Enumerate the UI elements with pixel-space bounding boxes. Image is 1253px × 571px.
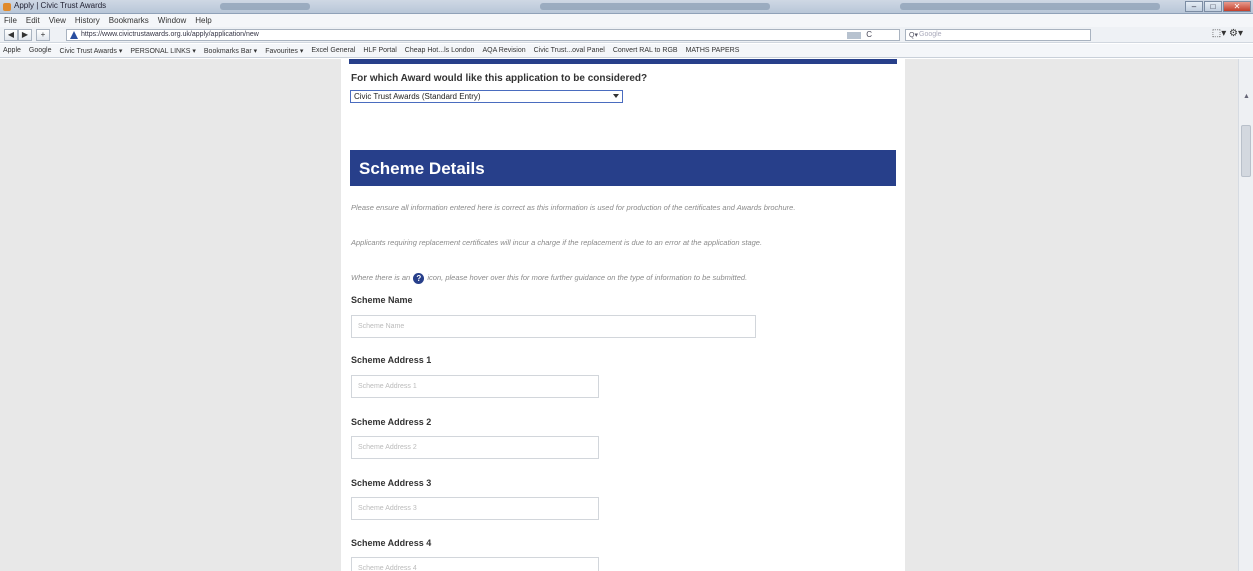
bookmarks-bar: Apple Google Civic Trust Awards ▾ PERSON… bbox=[0, 44, 1253, 58]
bookmark-item[interactable]: Favourites ▾ bbox=[265, 47, 303, 55]
bookmark-item[interactable]: Google bbox=[29, 47, 52, 54]
toolbar-menu-icons[interactable]: ⬚▾ ⚙▾ bbox=[1212, 28, 1243, 39]
info-text: Applicants requiring replacement certifi… bbox=[351, 238, 763, 247]
bookmark-item[interactable]: HLF Portal bbox=[363, 47, 396, 54]
info-text-part: icon, please hover over this for more fu… bbox=[427, 273, 748, 282]
bookmark-item[interactable]: PERSONAL LINKS ▾ bbox=[130, 47, 196, 55]
window-title-bar: Apply | Civic Trust Awards – □ ✕ bbox=[0, 0, 1253, 14]
section-header: Scheme Details bbox=[350, 150, 896, 186]
help-icon[interactable]: ? bbox=[413, 272, 425, 284]
new-tab-button[interactable]: + bbox=[36, 29, 50, 41]
award-question-label: For which Award would like this applicat… bbox=[351, 73, 648, 84]
menu-bar: File Edit View History Bookmarks Window … bbox=[0, 14, 1253, 27]
page-margin-left bbox=[0, 59, 341, 571]
bookmark-item[interactable]: Convert RAL to RGB bbox=[613, 47, 678, 54]
search-engine-icon[interactable]: Q▾ bbox=[909, 31, 918, 39]
award-select-value: Civic Trust Awards (Standard Entry) bbox=[354, 92, 481, 101]
scheme-name-label: Scheme Name bbox=[351, 295, 413, 305]
reload-icon[interactable]: C bbox=[866, 30, 872, 39]
menu-view[interactable]: View bbox=[49, 16, 66, 25]
back-button[interactable]: ◀ bbox=[4, 29, 18, 41]
address-bar[interactable]: https://www.civictrustawards.org.uk/appl… bbox=[66, 29, 900, 41]
menu-help[interactable]: Help bbox=[195, 16, 211, 25]
bookmark-item[interactable]: Apple bbox=[3, 47, 21, 54]
bookmark-item[interactable]: Civic Trust...oval Panel bbox=[534, 47, 605, 54]
info-text: Where there is an ? icon, please hover o… bbox=[351, 272, 891, 284]
search-placeholder: Google bbox=[919, 31, 942, 38]
chevron-down-icon bbox=[613, 94, 619, 98]
scheme-address-3-input[interactable]: Scheme Address 3 bbox=[351, 497, 599, 520]
scheme-address-3-label: Scheme Address 3 bbox=[351, 478, 432, 488]
page-viewport: For which Award would like this applicat… bbox=[0, 59, 1253, 571]
menu-window[interactable]: Window bbox=[158, 16, 186, 25]
window-title: Apply | Civic Trust Awards bbox=[14, 1, 107, 10]
minimize-button[interactable]: – bbox=[1185, 1, 1203, 12]
menu-edit[interactable]: Edit bbox=[26, 16, 40, 25]
scrollbar-thumb[interactable] bbox=[1241, 125, 1251, 177]
page-margin-right bbox=[905, 59, 1238, 571]
title-bar-decoration bbox=[220, 3, 310, 10]
site-identity-icon[interactable] bbox=[70, 31, 78, 39]
forward-button[interactable]: ▶ bbox=[18, 29, 32, 41]
bookmark-item[interactable]: Cheap Hot...ls London bbox=[405, 47, 475, 54]
title-bar-decoration bbox=[540, 3, 770, 10]
search-input[interactable]: Q▾ Google bbox=[905, 29, 1091, 41]
menu-bookmarks[interactable]: Bookmarks bbox=[109, 16, 149, 25]
scheme-address-4-label: Scheme Address 4 bbox=[351, 538, 432, 548]
bookmark-item[interactable]: AQA Revision bbox=[482, 47, 525, 54]
scheme-address-1-label: Scheme Address 1 bbox=[351, 355, 432, 365]
application-form: For which Award would like this applicat… bbox=[341, 59, 905, 571]
scroll-up-icon[interactable]: ▲ bbox=[1243, 93, 1250, 100]
info-text-part: Where there is an bbox=[351, 273, 411, 282]
maximize-button[interactable]: □ bbox=[1204, 1, 1222, 12]
reader-view-icon[interactable] bbox=[847, 32, 861, 39]
close-button[interactable]: ✕ bbox=[1223, 1, 1251, 12]
bookmark-item[interactable]: Excel General bbox=[311, 47, 355, 54]
scheme-address-1-input[interactable]: Scheme Address 1 bbox=[351, 375, 599, 398]
menu-history[interactable]: History bbox=[75, 16, 100, 25]
scheme-address-2-input[interactable]: Scheme Address 2 bbox=[351, 436, 599, 459]
browser-icon bbox=[3, 3, 11, 11]
vertical-scrollbar[interactable]: ▲ bbox=[1238, 59, 1253, 571]
title-bar-decoration bbox=[900, 3, 1160, 10]
scheme-name-input[interactable]: Scheme Name bbox=[351, 315, 756, 338]
window-controls: – □ ✕ bbox=[1184, 1, 1251, 13]
bookmark-item[interactable]: Civic Trust Awards ▾ bbox=[59, 47, 122, 55]
bookmark-item[interactable]: MATHS PAPERS bbox=[686, 47, 740, 54]
menu-file[interactable]: File bbox=[4, 16, 17, 25]
scheme-address-2-label: Scheme Address 2 bbox=[351, 417, 432, 427]
top-banner-strip bbox=[349, 59, 897, 64]
award-select[interactable]: Civic Trust Awards (Standard Entry) bbox=[350, 90, 623, 103]
info-text: Please ensure all information entered he… bbox=[351, 203, 796, 212]
bookmark-item[interactable]: Bookmarks Bar ▾ bbox=[204, 47, 257, 55]
section-title: Scheme Details bbox=[359, 159, 485, 178]
address-url: https://www.civictrustawards.org.uk/appl… bbox=[81, 31, 259, 38]
navigation-bar: ◀ ▶ + https://www.civictrustawards.org.u… bbox=[0, 27, 1253, 43]
scheme-address-4-input[interactable]: Scheme Address 4 bbox=[351, 557, 599, 571]
